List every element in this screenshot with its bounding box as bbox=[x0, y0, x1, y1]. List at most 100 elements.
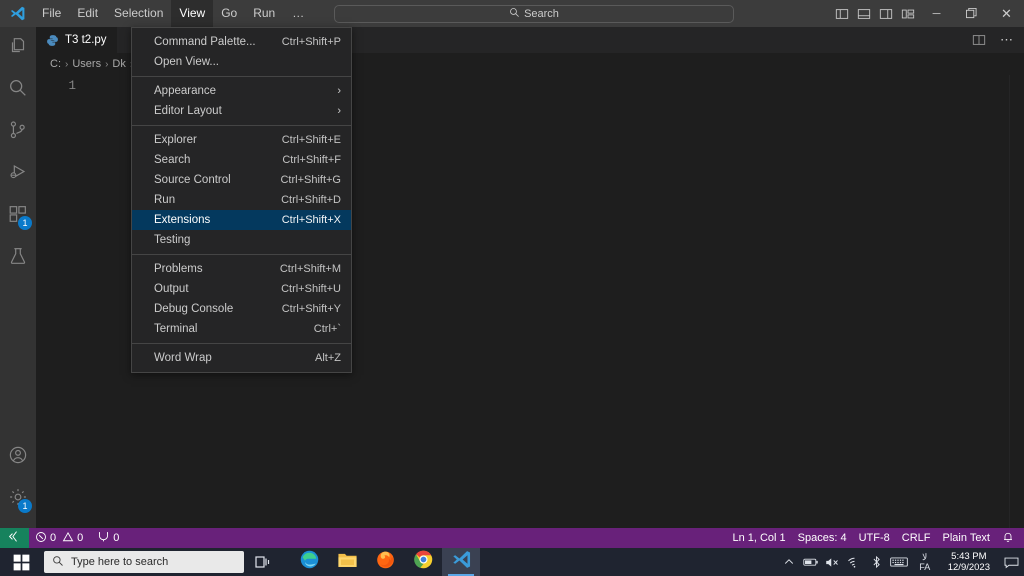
split-editor-icon[interactable] bbox=[966, 27, 992, 53]
search-icon bbox=[7, 77, 29, 104]
menu-item-label: Appearance bbox=[154, 85, 217, 97]
layout-grid-icon[interactable] bbox=[897, 0, 919, 27]
menu-item-label: Extensions bbox=[154, 214, 211, 226]
menu-item-source-control[interactable]: Source Control Ctrl+Shift+G bbox=[132, 170, 351, 190]
menu-item-label: Command Palette... bbox=[154, 36, 256, 48]
search-input[interactable]: Search bbox=[334, 5, 734, 23]
view-menu-dropdown: Command Palette... Ctrl+Shift+P Open Vie… bbox=[131, 27, 352, 373]
notification-center-icon[interactable] bbox=[998, 548, 1024, 576]
chrome-icon bbox=[413, 549, 434, 575]
wifi-icon[interactable] bbox=[844, 548, 866, 576]
menu-item-appearance[interactable]: Appearance › bbox=[132, 81, 351, 101]
vscode-window: File Edit Selection View Go Run … ← → Se… bbox=[0, 0, 1024, 576]
status-editor-encoding[interactable]: UTF-8 bbox=[853, 528, 896, 548]
taskbar-app-microsoft-edge[interactable] bbox=[290, 548, 328, 576]
menu-go[interactable]: Go bbox=[213, 0, 245, 27]
menu-item-shortcut: Ctrl+Shift+G bbox=[280, 174, 341, 186]
ellipsis-icon[interactable]: ⋯ bbox=[994, 27, 1020, 53]
sidebar-item-manage-settings[interactable]: 1 bbox=[0, 478, 36, 520]
task-view-icon[interactable] bbox=[244, 548, 282, 576]
sidebar-item-search[interactable] bbox=[0, 69, 36, 111]
menu-item-word-wrap[interactable]: Word Wrap Alt+Z bbox=[132, 348, 351, 368]
menu-item-label: Run bbox=[154, 194, 176, 206]
speaker-mute-icon[interactable] bbox=[822, 548, 844, 576]
menu-item-command-palette[interactable]: Command Palette... Ctrl+Shift+P bbox=[132, 32, 351, 52]
title-bar: File Edit Selection View Go Run … ← → Se… bbox=[0, 0, 1024, 27]
breadcrumb-separator: › bbox=[65, 58, 69, 70]
line-number: 1 bbox=[68, 79, 76, 93]
sidebar-item-testing[interactable] bbox=[0, 237, 36, 279]
windows-start-icon[interactable] bbox=[0, 548, 42, 576]
files-icon bbox=[7, 35, 29, 62]
editor-tab[interactable]: T3 t2.py bbox=[36, 27, 118, 53]
sidebar-item-extensions[interactable]: 1 bbox=[0, 195, 36, 237]
menu-item-shortcut: Ctrl+Shift+E bbox=[281, 134, 341, 146]
bluetooth-icon[interactable] bbox=[866, 548, 888, 576]
language-indicator[interactable]: لا FA bbox=[910, 548, 940, 576]
status-notifications[interactable] bbox=[996, 528, 1024, 548]
remote-window-icon bbox=[8, 530, 21, 546]
taskbar-app-file-explorer[interactable] bbox=[328, 548, 366, 576]
ports-icon bbox=[97, 530, 110, 546]
sidebar-item-source-control[interactable] bbox=[0, 111, 36, 153]
menu-run[interactable]: Run bbox=[245, 0, 283, 27]
menu-item-explorer[interactable]: Explorer Ctrl+Shift+E bbox=[132, 130, 351, 150]
chevron-right-icon: › bbox=[337, 85, 341, 97]
status-editor-language[interactable]: Plain Text bbox=[937, 528, 997, 548]
status-problems[interactable]: 0 0 bbox=[29, 528, 89, 548]
menu-item-extensions[interactable]: Extensions Ctrl+Shift+X bbox=[132, 210, 351, 230]
breadcrumb-item-1[interactable]: Users bbox=[72, 58, 101, 70]
account-icon bbox=[7, 444, 29, 471]
taskbar-app-firefox[interactable] bbox=[366, 548, 404, 576]
menu-item-shortcut: Ctrl+Shift+X bbox=[281, 214, 341, 226]
breadcrumb-item-0[interactable]: C: bbox=[50, 58, 61, 70]
panel-bottom-icon[interactable] bbox=[853, 0, 875, 27]
panel-left-icon[interactable] bbox=[831, 0, 853, 27]
source-control-icon bbox=[7, 119, 29, 146]
menu-item-testing[interactable]: Testing bbox=[132, 230, 351, 250]
status-editor-position[interactable]: Ln 1, Col 1 bbox=[726, 528, 791, 548]
taskbar-search-input[interactable]: Type here to search bbox=[44, 551, 244, 573]
menu-view[interactable]: View bbox=[171, 0, 214, 27]
menu-item-search[interactable]: Search Ctrl+Shift+F bbox=[132, 150, 351, 170]
menu-selection[interactable]: Selection bbox=[106, 0, 171, 27]
menu-item-shortcut: Alt+Z bbox=[315, 352, 341, 364]
menu-item-run[interactable]: Run Ctrl+Shift+D bbox=[132, 190, 351, 210]
sidebar-item-accounts[interactable] bbox=[0, 436, 36, 478]
editor-tab-label: T3 t2.py bbox=[65, 34, 107, 46]
menu-item-label: Debug Console bbox=[154, 303, 234, 315]
sidebar-item-run-and-debug[interactable] bbox=[0, 153, 36, 195]
breadcrumb-item-2[interactable]: Dk bbox=[112, 58, 125, 70]
menu-edit[interactable]: Edit bbox=[69, 0, 106, 27]
windows-taskbar: Type here to search لا FA 5:43 PM 12/9/2… bbox=[0, 548, 1024, 576]
search-icon bbox=[52, 555, 64, 570]
menu-item-problems[interactable]: Problems Ctrl+Shift+M bbox=[132, 259, 351, 279]
battery-icon[interactable] bbox=[800, 548, 822, 576]
status-ports[interactable]: 0 bbox=[89, 528, 125, 548]
close-button[interactable]: ✕ bbox=[989, 0, 1024, 27]
status-editor-indentation[interactable]: Spaces: 4 bbox=[792, 528, 853, 548]
menu-item-terminal[interactable]: Terminal Ctrl+` bbox=[132, 319, 351, 339]
taskbar-app-visual-studio-code[interactable] bbox=[442, 548, 480, 576]
menu-more[interactable]: … bbox=[283, 0, 314, 27]
run-debug-icon bbox=[7, 161, 29, 188]
menu-item-debug-console[interactable]: Debug Console Ctrl+Shift+Y bbox=[132, 299, 351, 319]
menu-item-label: Problems bbox=[154, 263, 203, 275]
menu-item-output[interactable]: Output Ctrl+Shift+U bbox=[132, 279, 351, 299]
remote-window-indicator[interactable] bbox=[0, 528, 29, 548]
clock[interactable]: 5:43 PM 12/9/2023 bbox=[940, 548, 998, 576]
keyboard-icon[interactable] bbox=[888, 548, 910, 576]
taskbar-app-google-chrome[interactable] bbox=[404, 548, 442, 576]
panel-right-icon[interactable] bbox=[875, 0, 897, 27]
chevron-up-icon[interactable] bbox=[778, 548, 800, 576]
bell-icon bbox=[1002, 531, 1014, 546]
minimize-button[interactable]: ─ bbox=[919, 0, 954, 27]
breadcrumb-separator: › bbox=[105, 58, 109, 70]
sidebar-item-explorer[interactable] bbox=[0, 27, 36, 69]
menu-item-label: Editor Layout bbox=[154, 105, 222, 117]
menu-file[interactable]: File bbox=[34, 0, 69, 27]
menu-item-open-view[interactable]: Open View... bbox=[132, 52, 351, 72]
status-editor-eol[interactable]: CRLF bbox=[896, 528, 937, 548]
restore-button[interactable] bbox=[954, 0, 989, 27]
menu-item-editor-layout[interactable]: Editor Layout › bbox=[132, 101, 351, 121]
